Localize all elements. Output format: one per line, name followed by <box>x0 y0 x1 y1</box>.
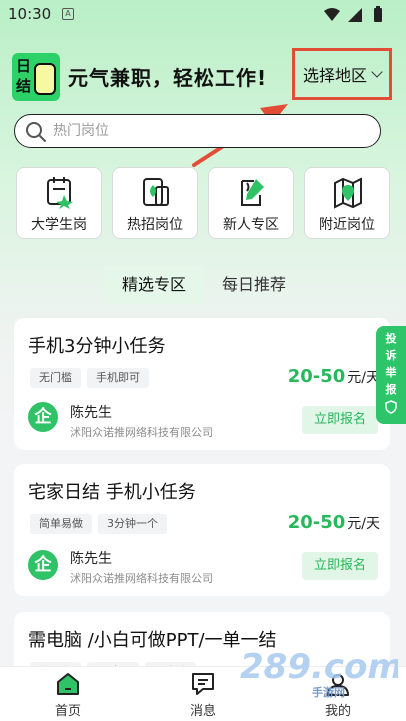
nav-home[interactable]: 首页 <box>38 671 98 719</box>
apply-button[interactable]: 立即报名 <box>302 552 378 580</box>
report-button[interactable]: 投诉举报 <box>376 326 406 424</box>
poster-name: 陈先生 <box>70 551 112 567</box>
app-notification-icon: A <box>62 8 74 20</box>
salary-value: 20-50 <box>287 366 346 387</box>
job-title: 需电脑 /小白可做PPT/一单一结 <box>28 630 277 651</box>
hot-recruit-icon <box>143 178 169 206</box>
job-card[interactable]: 宅家日结 手机小任务 简单易做 3分钟一个 20-50 元/天 企 陈先生 沭阳众诺… <box>14 464 390 596</box>
tab-daily-recommend[interactable]: 每日推荐 <box>216 266 292 304</box>
status-icons <box>322 6 394 28</box>
select-region-label: 选择地区 <box>302 66 367 85</box>
search-icon <box>26 122 46 142</box>
message-icon <box>192 673 214 695</box>
header-slogan: 元气兼职，轻松工作! <box>68 66 268 90</box>
nav-messages[interactable]: 消息 <box>173 671 233 719</box>
nearby-map-icon <box>334 177 362 209</box>
nav-label: 消息 <box>189 704 216 719</box>
nav-profile[interactable]: 我的 <box>308 671 368 719</box>
company-avatar: 企 <box>28 402 58 432</box>
tab-featured[interactable]: 精选专区 <box>104 266 204 304</box>
apply-button[interactable]: 立即报名 <box>302 406 378 434</box>
logo-mascot <box>34 63 56 95</box>
job-salary: 20-50 元/天 <box>288 512 380 533</box>
category-label: 新人专区 <box>223 217 279 233</box>
company-name: 沭阳众诺推网络科技有限公司 <box>70 426 213 439</box>
poster-name: 陈先生 <box>70 405 112 421</box>
student-job-icon <box>47 177 73 209</box>
salary-value: 20-50 <box>287 512 346 533</box>
search-input[interactable] <box>53 119 363 143</box>
job-tag: 无门槛 <box>30 368 81 388</box>
job-salary: 20-50 元/天 <box>288 366 380 387</box>
app-logo: 日结 <box>12 53 60 101</box>
salary-unit: 元/天 <box>347 516 380 532</box>
report-label: 投诉举报 <box>385 332 397 396</box>
job-tags: 简单易做 3分钟一个 <box>30 512 173 534</box>
signal-icon <box>348 8 362 22</box>
category-student-job[interactable]: 大学生岗 <box>16 167 102 239</box>
company-avatar: 企 <box>28 550 58 580</box>
home-icon <box>57 673 79 695</box>
job-card[interactable]: 手机3分钟小任务 无门槛 手机即可 20-50 元/天 企 陈先生 沭阳众诺推网络科… <box>14 318 390 450</box>
header: 日结 元气兼职，轻松工作! 选择地区 <box>12 48 394 104</box>
status-bar: 10:30 A <box>0 0 406 30</box>
job-tag: 3分钟一个 <box>98 514 167 534</box>
category-label: 热招岗位 <box>127 217 183 233</box>
job-tag: 简单易做 <box>30 514 92 534</box>
job-title: 宅家日结 手机小任务 <box>28 482 196 503</box>
chevron-down-icon <box>371 66 383 78</box>
company-name: 沭阳众诺推网络科技有限公司 <box>70 572 213 585</box>
job-title: 手机3分钟小任务 <box>28 336 166 357</box>
category-newcomer[interactable]: 新人专区 <box>208 167 294 239</box>
nav-label: 我的 <box>324 704 351 719</box>
newcomer-icon <box>241 179 264 206</box>
category-hot-recruit[interactable]: 热招岗位 <box>112 167 198 239</box>
category-label: 大学生岗 <box>31 217 87 233</box>
shield-icon <box>385 400 397 414</box>
search-bar[interactable] <box>14 114 381 148</box>
job-tag: 手机即可 <box>87 368 149 388</box>
wifi-icon <box>324 8 340 21</box>
job-tags: 无门槛 手机即可 <box>30 366 155 388</box>
nav-label: 首页 <box>54 704 81 719</box>
category-nearby[interactable]: 附近岗位 <box>304 167 390 239</box>
category-row: 大学生岗 热招岗位 新人专区 附近岗位 <box>16 167 390 239</box>
bottom-nav: 首页 消息 我的 <box>0 666 406 721</box>
logo-text: 日结 <box>16 57 32 95</box>
profile-icon <box>327 674 349 696</box>
battery-icon <box>374 6 382 22</box>
category-label: 附近岗位 <box>319 217 375 233</box>
select-region-button[interactable]: 选择地区 <box>292 48 392 100</box>
status-time: 10:30 <box>8 5 52 23</box>
